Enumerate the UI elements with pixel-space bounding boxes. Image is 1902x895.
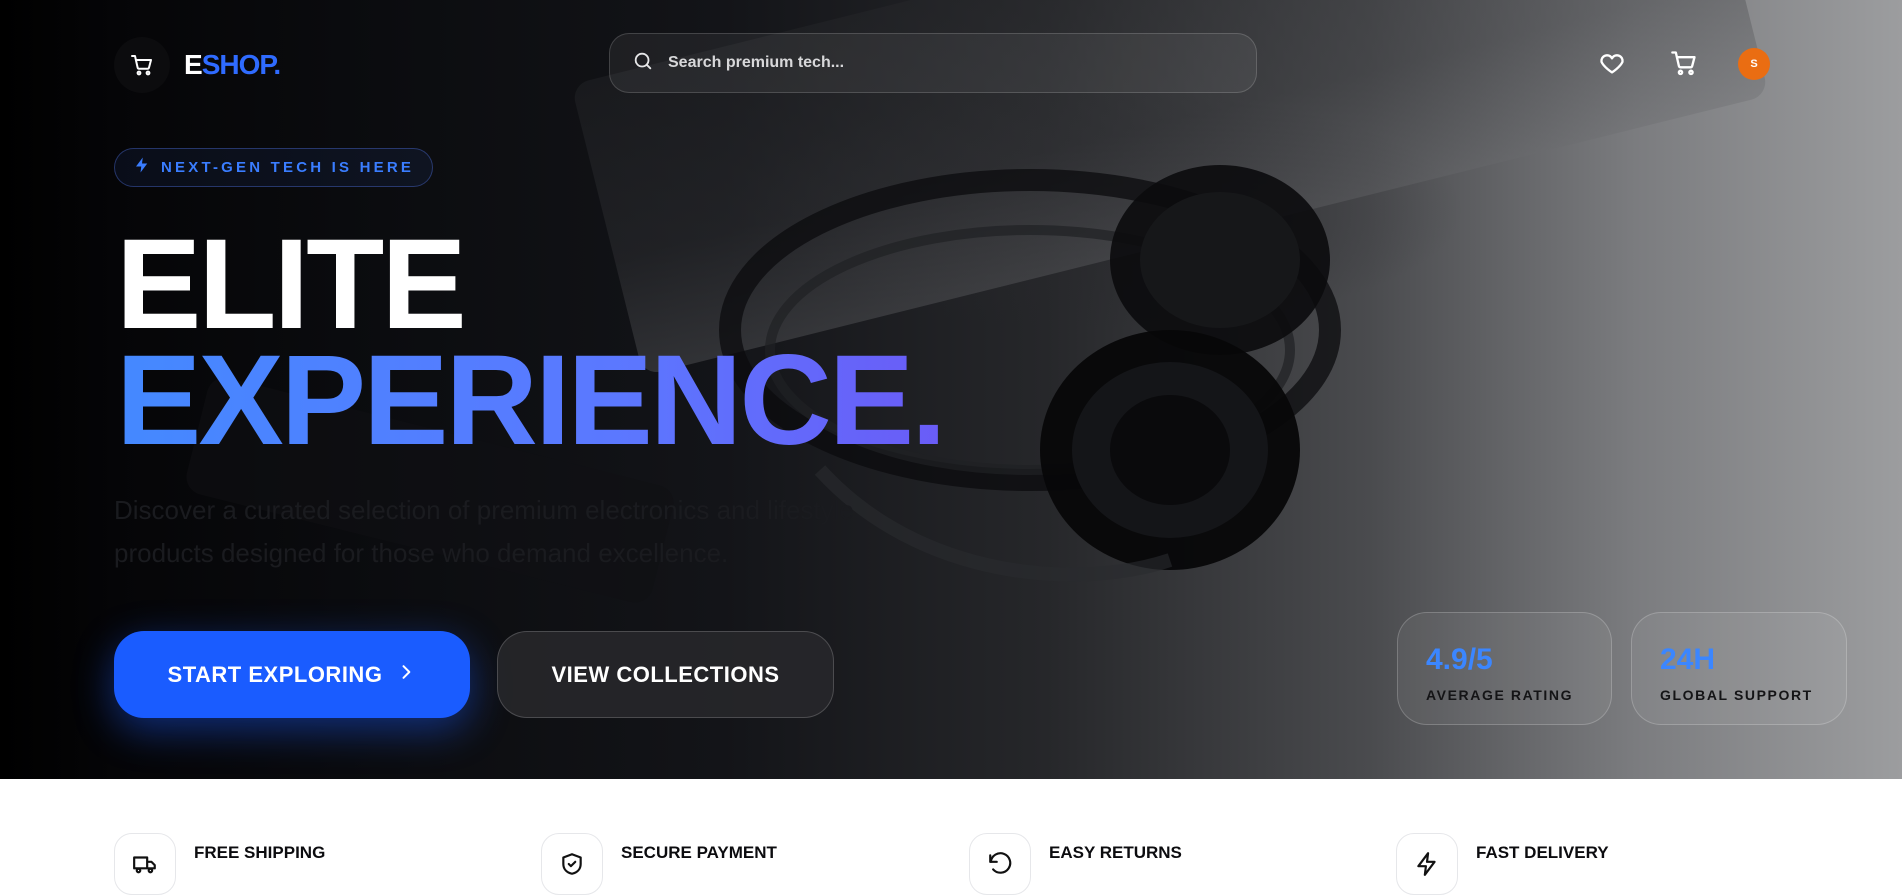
logo-wordmark: SHOP.: [201, 49, 282, 80]
stat-label: AVERAGE RATING: [1426, 687, 1574, 703]
feature-secure-payment: SECURE PAYMENT: [541, 833, 777, 895]
hero-title-line2: EXPERIENCE.: [116, 329, 947, 472]
hero-badge: NEXT-GEN TECH IS HERE: [114, 148, 434, 187]
feature-title: EASY RETURNS: [1049, 843, 1182, 862]
cart-logo-icon: [114, 37, 170, 93]
stat-value: 24H: [1660, 643, 1716, 676]
zap-icon: [133, 156, 151, 179]
start-exploring-button[interactable]: START EXPLORING: [114, 631, 470, 718]
hero-section: ESHOP. S NEXT-GEN TECH IS HERE ELITE EXP…: [0, 0, 1902, 779]
view-collections-button[interactable]: VIEW COLLECTIONS: [497, 631, 834, 718]
search-input[interactable]: [668, 54, 1228, 72]
logo-letter: E: [184, 49, 203, 80]
feature-fast-delivery: FAST DELIVERY: [1396, 833, 1609, 895]
view-collections-label: VIEW COLLECTIONS: [551, 661, 780, 687]
search-bar[interactable]: [609, 33, 1257, 93]
stat-card-rating: 4.9/5 AVERAGE RATING: [1397, 612, 1612, 725]
heart-icon[interactable]: [1597, 48, 1627, 78]
stat-value: 4.9/5: [1426, 643, 1493, 676]
search-icon: [632, 50, 654, 77]
feature-title: FREE SHIPPING: [194, 843, 326, 862]
zap-icon: [1396, 833, 1458, 895]
truck-icon: [114, 833, 176, 895]
hero-description: Discover a curated selection of premium …: [114, 495, 854, 568]
features-strip: FREE SHIPPING SECURE PAYMENT EASY RETURN…: [0, 779, 1902, 895]
logo-text: ESHOP.: [184, 49, 282, 81]
feature-easy-returns: EASY RETURNS: [969, 833, 1182, 895]
hero-badge-text: NEXT-GEN TECH IS HERE: [161, 159, 415, 176]
logo[interactable]: ESHOP.: [114, 37, 282, 93]
start-exploring-label: START EXPLORING: [167, 661, 383, 687]
cart-icon[interactable]: [1669, 48, 1699, 78]
stat-card-support: 24H GLOBAL SUPPORT: [1631, 612, 1847, 725]
chevron-right-icon: [396, 662, 416, 688]
rotate-ccw-icon: [969, 833, 1031, 895]
user-avatar[interactable]: S: [1738, 48, 1770, 80]
feature-title: FAST DELIVERY: [1476, 843, 1609, 862]
stat-label: GLOBAL SUPPORT: [1660, 687, 1813, 703]
feature-free-shipping: FREE SHIPPING: [114, 833, 325, 895]
shield-check-icon: [541, 833, 603, 895]
feature-title: SECURE PAYMENT: [621, 843, 777, 862]
